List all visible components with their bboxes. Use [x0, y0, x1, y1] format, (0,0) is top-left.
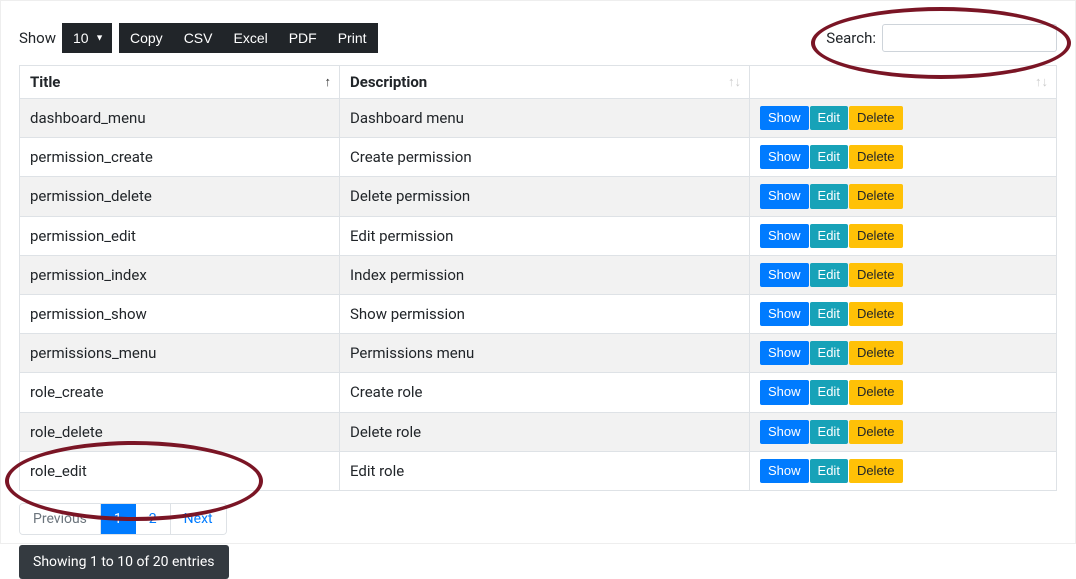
- cell-actions: ShowEditDelete: [750, 255, 1057, 294]
- edit-button[interactable]: Edit: [810, 106, 848, 130]
- sort-both-icon: ↑↓: [1035, 74, 1048, 90]
- cell-actions: ShowEditDelete: [750, 177, 1057, 216]
- cell-title: permission_delete: [20, 177, 340, 216]
- show-button[interactable]: Show: [760, 145, 809, 169]
- column-header-title[interactable]: Title ↑: [20, 66, 340, 99]
- cell-description: Index permission: [340, 255, 750, 294]
- column-header-description-label: Description: [350, 73, 427, 91]
- sort-asc-icon: ↑: [325, 74, 332, 90]
- cell-description: Delete role: [340, 412, 750, 451]
- cell-actions: ShowEditDelete: [750, 412, 1057, 451]
- cell-title: permission_create: [20, 138, 340, 177]
- table-row: permissions_menuPermissions menuShowEdit…: [20, 334, 1057, 373]
- show-label: Show: [19, 29, 56, 47]
- cell-actions: ShowEditDelete: [750, 216, 1057, 255]
- cell-description: Create permission: [340, 138, 750, 177]
- cell-title: role_edit: [20, 451, 340, 490]
- cell-description: Dashboard menu: [340, 99, 750, 138]
- edit-button[interactable]: Edit: [810, 420, 848, 444]
- cell-actions: ShowEditDelete: [750, 138, 1057, 177]
- delete-button[interactable]: Delete: [849, 263, 903, 287]
- show-button[interactable]: Show: [760, 106, 809, 130]
- show-button[interactable]: Show: [760, 420, 809, 444]
- cell-actions: ShowEditDelete: [750, 99, 1057, 138]
- edit-button[interactable]: Edit: [810, 224, 848, 248]
- column-header-actions: ↑↓: [750, 66, 1057, 99]
- pdf-button[interactable]: PDF: [278, 23, 328, 53]
- delete-button[interactable]: Delete: [849, 106, 903, 130]
- cell-title: permissions_menu: [20, 334, 340, 373]
- show-button[interactable]: Show: [760, 224, 809, 248]
- table-row: dashboard_menuDashboard menuShowEditDele…: [20, 99, 1057, 138]
- table-row: role_deleteDelete roleShowEditDelete: [20, 412, 1057, 451]
- entries-info: Showing 1 to 10 of 20 entries: [19, 545, 229, 579]
- table-row: permission_createCreate permissionShowEd…: [20, 138, 1057, 177]
- cell-title: permission_show: [20, 294, 340, 333]
- page-length-select[interactable]: 10: [62, 23, 112, 53]
- table-row: role_createCreate roleShowEditDelete: [20, 373, 1057, 412]
- edit-button[interactable]: Edit: [810, 145, 848, 169]
- delete-button[interactable]: Delete: [849, 184, 903, 208]
- show-button[interactable]: Show: [760, 380, 809, 404]
- show-button[interactable]: Show: [760, 341, 809, 365]
- table-row: permission_showShow permissionShowEditDe…: [20, 294, 1057, 333]
- delete-button[interactable]: Delete: [849, 459, 903, 483]
- table-row: permission_editEdit permissionShowEditDe…: [20, 216, 1057, 255]
- edit-button[interactable]: Edit: [810, 184, 848, 208]
- cell-description: Delete permission: [340, 177, 750, 216]
- delete-button[interactable]: Delete: [849, 380, 903, 404]
- sort-both-icon: ↑↓: [728, 74, 741, 90]
- cell-description: Permissions menu: [340, 334, 750, 373]
- search-input[interactable]: [882, 24, 1057, 52]
- delete-button[interactable]: Delete: [849, 420, 903, 444]
- edit-button[interactable]: Edit: [810, 302, 848, 326]
- show-button[interactable]: Show: [760, 184, 809, 208]
- cell-description: Edit role: [340, 451, 750, 490]
- search-label: Search:: [826, 29, 876, 47]
- show-button[interactable]: Show: [760, 302, 809, 326]
- cell-actions: ShowEditDelete: [750, 451, 1057, 490]
- excel-button[interactable]: Excel: [222, 23, 278, 53]
- delete-button[interactable]: Delete: [849, 224, 903, 248]
- csv-button[interactable]: CSV: [173, 23, 224, 53]
- edit-button[interactable]: Edit: [810, 380, 848, 404]
- show-button[interactable]: Show: [760, 459, 809, 483]
- pagination-previous[interactable]: Previous: [20, 504, 101, 534]
- column-header-description[interactable]: Description ↑↓: [340, 66, 750, 99]
- delete-button[interactable]: Delete: [849, 341, 903, 365]
- print-button[interactable]: Print: [327, 23, 378, 53]
- pagination: Previous 1 2 Next: [19, 503, 227, 535]
- pagination-next[interactable]: Next: [171, 504, 226, 534]
- pagination-page-2[interactable]: 2: [136, 504, 171, 534]
- column-header-title-label: Title: [30, 73, 60, 91]
- cell-title: role_create: [20, 373, 340, 412]
- cell-title: dashboard_menu: [20, 99, 340, 138]
- table-row: permission_indexIndex permissionShowEdit…: [20, 255, 1057, 294]
- edit-button[interactable]: Edit: [810, 341, 848, 365]
- cell-actions: ShowEditDelete: [750, 373, 1057, 412]
- cell-title: role_delete: [20, 412, 340, 451]
- cell-title: permission_index: [20, 255, 340, 294]
- edit-button[interactable]: Edit: [810, 263, 848, 287]
- cell-description: Create role: [340, 373, 750, 412]
- table-row: permission_deleteDelete permissionShowEd…: [20, 177, 1057, 216]
- pagination-page-1[interactable]: 1: [101, 504, 136, 534]
- edit-button[interactable]: Edit: [810, 459, 848, 483]
- cell-description: Edit permission: [340, 216, 750, 255]
- cell-title: permission_edit: [20, 216, 340, 255]
- delete-button[interactable]: Delete: [849, 145, 903, 169]
- cell-actions: ShowEditDelete: [750, 294, 1057, 333]
- cell-description: Show permission: [340, 294, 750, 333]
- delete-button[interactable]: Delete: [849, 302, 903, 326]
- show-button[interactable]: Show: [760, 263, 809, 287]
- cell-actions: ShowEditDelete: [750, 334, 1057, 373]
- table-row: role_editEdit roleShowEditDelete: [20, 451, 1057, 490]
- copy-button[interactable]: Copy: [119, 23, 174, 53]
- data-table: Title ↑ Description ↑↓ ↑↓ dashboard_menu…: [19, 65, 1057, 491]
